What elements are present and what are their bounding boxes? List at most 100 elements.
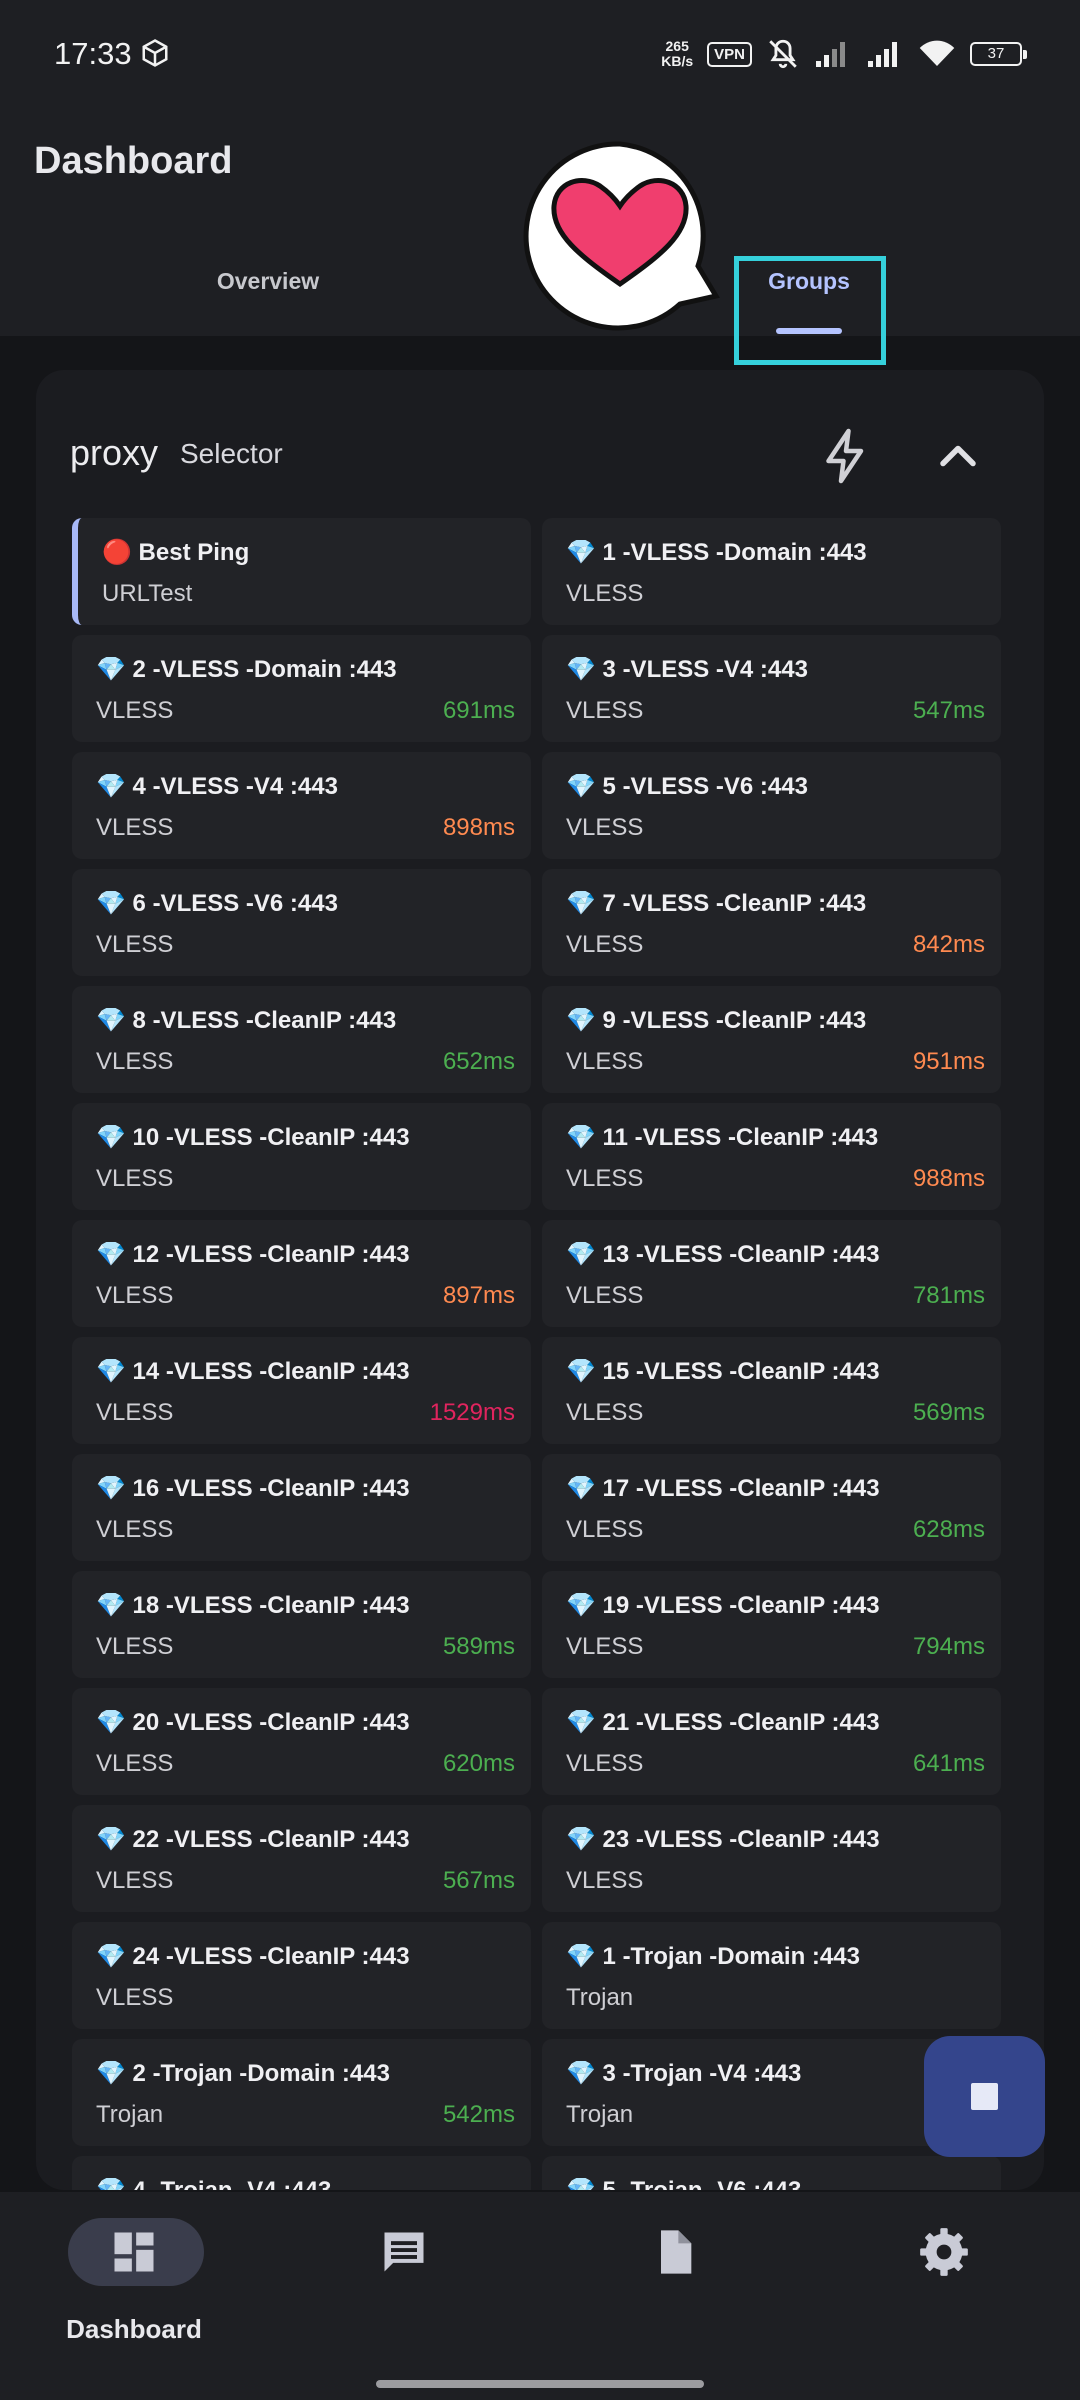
group-name: proxy [70, 432, 159, 473]
proxy-type: VLESS [566, 1399, 644, 1426]
status-bar: 17:33 265 KB/s VPN 37 [0, 0, 1080, 110]
proxy-type: VLESS [96, 1750, 174, 1777]
proxy-delay: 897ms [442, 1282, 515, 1309]
proxy-item[interactable]: 💎 20 -VLESS -CleanIP :443 VLESS 620ms [72, 1688, 531, 1795]
status-icons: 265 KB/s VPN 37 [661, 34, 1027, 74]
proxy-type: VLESS [96, 1984, 174, 2011]
proxy-type: VLESS [96, 931, 174, 958]
proxy-item[interactable]: 💎 3 -VLESS -V4 :443 VLESS 547ms [542, 635, 1001, 742]
proxy-type: VLESS [96, 1633, 174, 1660]
proxy-item[interactable]: 💎 6 -VLESS -V6 :443 VLESS [72, 869, 531, 976]
proxy-item[interactable]: 💎 7 -VLESS -CleanIP :443 VLESS 842ms [542, 869, 1001, 976]
proxy-item[interactable]: 💎 14 -VLESS -CleanIP :443 VLESS 1529ms [72, 1337, 531, 1444]
proxy-type: VLESS [96, 1516, 174, 1543]
proxy-item[interactable]: 💎 10 -VLESS -CleanIP :443 VLESS [72, 1103, 531, 1210]
proxy-type: VLESS [566, 931, 644, 958]
proxy-name: 💎 9 -VLESS -CleanIP :443 [566, 1007, 867, 1034]
proxy-type: VLESS [96, 1399, 174, 1426]
proxy-item[interactable]: 💎 19 -VLESS -CleanIP :443 VLESS 794ms [542, 1571, 1001, 1678]
proxy-name: 💎 8 -VLESS -CleanIP :443 [96, 1007, 397, 1034]
group-type: Selector [180, 438, 283, 469]
proxy-group-card: proxy Selector 🔴 Best Ping URLTest 💎 1 -VL… [36, 370, 1044, 2190]
signal-icon [816, 42, 845, 67]
proxy-item[interactable]: 💎 9 -VLESS -CleanIP :443 VLESS 951ms [542, 986, 1001, 1093]
dashboard-icon [114, 2232, 154, 2272]
proxy-item[interactable]: 💎 2 -VLESS -Domain :443 VLESS 691ms [72, 635, 531, 742]
proxy-type: VLESS [566, 814, 644, 841]
gear-icon [920, 2228, 968, 2276]
proxy-delay: 620ms [442, 1750, 515, 1777]
proxy-delay: 794ms [912, 1633, 985, 1660]
proxy-name: 💎 1 -VLESS -Domain :443 [566, 539, 867, 566]
proxy-type: Trojan [96, 2101, 164, 2128]
proxy-name: 💎 2 -Trojan -Domain :443 [96, 2060, 390, 2087]
proxy-delay: 569ms [912, 1399, 985, 1426]
stop-button[interactable] [924, 2036, 1045, 2157]
proxy-item[interactable]: 💎 18 -VLESS -CleanIP :443 VLESS 589ms [72, 1571, 531, 1678]
proxy-item[interactable]: 💎 8 -VLESS -CleanIP :443 VLESS 652ms [72, 986, 531, 1093]
proxy-name: 💎 11 -VLESS -CleanIP :443 [566, 1124, 879, 1151]
proxy-item[interactable]: 💎 4 -VLESS -V4 :443 VLESS 898ms [72, 752, 531, 859]
proxy-name: 💎 17 -VLESS -CleanIP :443 [566, 1475, 880, 1502]
proxy-name: 💎 19 -VLESS -CleanIP :443 [566, 1592, 880, 1619]
proxy-name: 💎 3 -VLESS -V4 :443 [566, 656, 808, 683]
nav-item-logs[interactable] [304, 2218, 504, 2358]
proxy-type: VLESS [96, 1048, 174, 1075]
proxy-item[interactable]: 💎 11 -VLESS -CleanIP :443 VLESS 988ms [542, 1103, 1001, 1210]
proxy-delay: 1529ms [429, 1399, 515, 1426]
proxy-type: VLESS [566, 697, 644, 724]
proxy-item[interactable]: 💎 4 -Trojan -V4 :443 [72, 2156, 531, 2190]
proxy-name: 💎 20 -VLESS -CleanIP :443 [96, 1709, 410, 1736]
proxy-item[interactable]: 💎 15 -VLESS -CleanIP :443 VLESS 569ms [542, 1337, 1001, 1444]
proxy-type: VLESS [566, 1633, 644, 1660]
proxy-name: 💎 12 -VLESS -CleanIP :443 [96, 1241, 410, 1268]
proxy-delay: 547ms [912, 697, 985, 724]
proxy-name: 💎 16 -VLESS -CleanIP :443 [96, 1475, 410, 1502]
proxy-delay: 951ms [912, 1048, 985, 1075]
proxy-item[interactable]: 💎 1 -Trojan -Domain :443 Trojan [542, 1922, 1001, 2029]
proxy-item[interactable]: 💎 5 -Trojan -V6 :443 [542, 2156, 1001, 2190]
home-indicator[interactable] [376, 2380, 704, 2388]
proxy-type: VLESS [566, 1750, 644, 1777]
proxy-item[interactable]: 💎 22 -VLESS -CleanIP :443 VLESS 567ms [72, 1805, 531, 1912]
proxy-type: Trojan [566, 1984, 634, 2011]
nav-item-config[interactable] [574, 2218, 774, 2358]
proxy-name: 💎 3 -Trojan -V4 :443 [566, 2060, 802, 2087]
proxy-delay: 988ms [912, 1165, 985, 1192]
signal-icon [868, 42, 897, 67]
chevron-up-icon[interactable] [928, 426, 988, 486]
proxy-name: 💎 5 -VLESS -V6 :443 [566, 773, 808, 800]
proxy-item[interactable]: 💎 24 -VLESS -CleanIP :443 VLESS [72, 1922, 531, 2029]
proxy-item[interactable]: 💎 2 -Trojan -Domain :443 Trojan 542ms [72, 2039, 531, 2146]
proxy-item[interactable]: 💎 16 -VLESS -CleanIP :443 VLESS [72, 1454, 531, 1561]
proxy-item[interactable]: 💎 13 -VLESS -CleanIP :443 VLESS 781ms [542, 1220, 1001, 1327]
proxy-item[interactable]: 💎 1 -VLESS -Domain :443 VLESS [542, 518, 1001, 625]
proxy-delay: 628ms [912, 1516, 985, 1543]
latency-test-icon[interactable] [816, 426, 876, 486]
proxy-item[interactable]: 💎 5 -VLESS -V6 :443 VLESS [542, 752, 1001, 859]
proxy-type: VLESS [96, 1165, 174, 1192]
highlight-box [734, 256, 886, 365]
proxy-name: 💎 4 -VLESS -V4 :443 [96, 773, 338, 800]
page-title: Dashboard [34, 140, 233, 182]
mute-icon [769, 39, 797, 69]
network-speed: 265 KB/s [661, 38, 694, 69]
proxy-item[interactable]: 💎 21 -VLESS -CleanIP :443 VLESS 641ms [542, 1688, 1001, 1795]
box-icon [142, 39, 168, 67]
proxy-name: 💎 6 -VLESS -V6 :443 [96, 890, 338, 917]
proxy-item-selected[interactable]: 🔴 Best Ping URLTest [72, 518, 531, 625]
proxy-type: VLESS [96, 814, 174, 841]
tab-overview[interactable]: Overview [158, 268, 378, 295]
proxy-name: 🔴 Best Ping [102, 539, 250, 566]
proxy-delay: 898ms [442, 814, 515, 841]
proxy-type: VLESS [566, 1165, 644, 1192]
proxy-item[interactable]: 💎 12 -VLESS -CleanIP :443 VLESS 897ms [72, 1220, 531, 1327]
proxy-name: 💎 14 -VLESS -CleanIP :443 [96, 1358, 410, 1385]
proxy-delay: 567ms [442, 1867, 515, 1894]
proxy-item[interactable]: 💎 17 -VLESS -CleanIP :443 VLESS 628ms [542, 1454, 1001, 1561]
nav-item-settings[interactable] [844, 2218, 1044, 2358]
proxy-item[interactable]: 💎 23 -VLESS -CleanIP :443 VLESS [542, 1805, 1001, 1912]
battery-icon: 37 [970, 42, 1027, 66]
proxy-type: VLESS [566, 1282, 644, 1309]
nav-item-dashboard[interactable]: Dashboard [34, 2218, 234, 2358]
